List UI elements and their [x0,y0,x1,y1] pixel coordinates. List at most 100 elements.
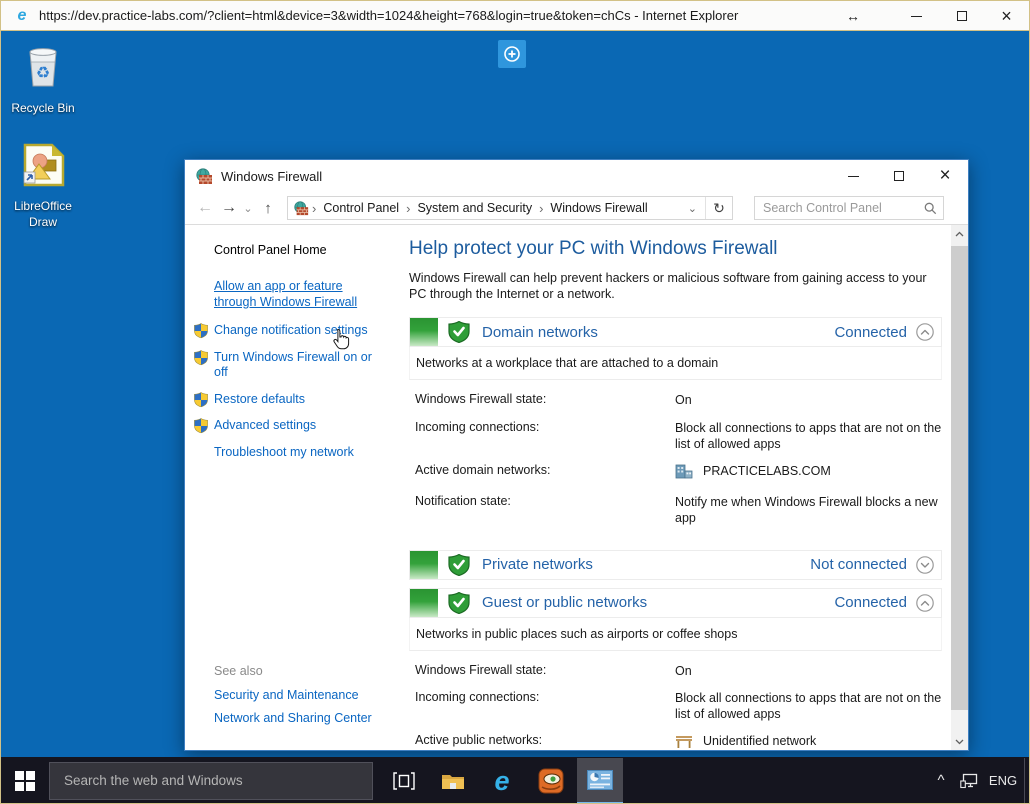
scroll-up-button[interactable] [951,225,968,242]
window-close-button[interactable]: × [922,160,968,192]
sidebar-item-control-panel-home[interactable]: Control Panel Home [214,243,409,257]
section-details: Windows Firewall state: On Incoming conn… [409,651,942,751]
show-desktop-button[interactable] [1024,758,1029,804]
back-button[interactable]: ← [193,199,217,217]
scroll-down-button[interactable] [951,733,968,750]
detail-label: Active domain networks: [415,463,675,480]
green-accent-block [410,589,438,617]
detail-value: Unidentified network [703,733,816,749]
breadcrumb-windows-firewall[interactable]: Windows Firewall [550,201,647,215]
green-shield-check-icon [448,592,470,614]
status-badge: Connected [834,324,907,341]
browser-titlebar: e https://dev.practice-labs.com/?client=… [1,1,1029,31]
file-explorer-button[interactable] [430,758,476,804]
control-panel-window-button[interactable] [577,758,623,804]
section-title: Domain networks [482,324,598,341]
section-header-private[interactable]: Private networks Not connected [409,550,942,580]
sidebar-item-change-notification-settings[interactable]: Change notification settings [214,323,386,339]
start-button[interactable] [1,758,49,804]
section-header-guest-public[interactable]: Guest or public networks Connected [409,588,942,618]
address-bar[interactable]: › Control Panel › System and Security › … [287,196,733,220]
file-explorer-icon [441,771,465,791]
toolbar-expand-button[interactable] [498,40,526,68]
address-dropdown-icon[interactable]: ⌄ [680,202,705,215]
sidebar-item-security-and-maintenance[interactable]: Security and Maintenance [214,688,372,702]
sidebar-item-turn-firewall-on-off[interactable]: Turn Windows Firewall on or off [214,350,386,381]
maximize-icon [894,171,904,181]
main-panel: Help protect your PC with Windows Firewa… [409,225,951,750]
domain-network-icon [675,463,693,480]
control-panel-search[interactable] [754,196,944,220]
detail-label: Incoming connections: [415,420,675,453]
detail-value: PRACTICELABS.COM [703,463,831,479]
detail-row: Incoming connections: Block all connecti… [415,420,942,453]
network-tray-button[interactable] [954,773,984,789]
refresh-button[interactable]: ↻ [706,200,732,217]
public-network-icon [675,734,693,749]
browser-maximize-button[interactable] [939,1,984,31]
browser-minimize-button[interactable] [894,1,939,31]
sidebar-link-label: Change notification settings [214,323,368,337]
up-button[interactable]: ↑ [255,200,281,217]
tray-expand-button[interactable]: ^ [928,772,954,789]
detail-row: Active public networks: [415,733,942,749]
detail-row: Windows Firewall state: On [415,663,942,679]
taskbar-search[interactable] [49,762,373,800]
window-minimize-button[interactable] [830,160,876,192]
desktop-icon-libreoffice-draw[interactable]: LibreOffice Draw [3,140,83,230]
section-private-networks: Private networks Not connected [409,550,942,580]
app-button-orange[interactable] [528,758,574,804]
windows-firewall-window: Windows Firewall × ← → ⌄ ↑ › Control Pan… [184,159,969,751]
detail-row: Windows Firewall state: On [415,392,942,408]
browser-close-button[interactable]: × [984,1,1029,31]
green-accent-block [410,551,438,579]
breadcrumb-separator: › [312,201,316,216]
section-description: Networks at a workplace that are attache… [409,347,942,380]
sidebar-item-troubleshoot-my-network[interactable]: Troubleshoot my network [214,445,386,461]
internet-explorer-button[interactable]: e [479,758,525,804]
sidebar-item-allow-app[interactable]: Allow an app or feature through Windows … [214,279,386,310]
status-badge: Not connected [810,556,907,573]
desktop-icon-recycle-bin[interactable]: ♻ Recycle Bin [3,42,83,117]
navigation-bar: ← → ⌄ ↑ › Control Panel › System and Sec… [185,192,968,225]
sidebar-item-restore-defaults[interactable]: Restore defaults [214,392,386,408]
search-input[interactable] [763,201,924,215]
section-domain-networks: Domain networks Connected Networks at a … [409,317,942,545]
collapse-chevron-icon[interactable] [916,594,934,612]
desktop-icon-label: Recycle Bin [3,101,83,117]
window-titlebar[interactable]: Windows Firewall × [185,160,968,192]
detail-row: Incoming connections: Block all connecti… [415,690,942,723]
collapse-chevron-icon[interactable] [916,323,934,341]
language-indicator[interactable]: ENG [984,773,1022,788]
desktop-icon-label: LibreOffice Draw [3,199,83,230]
taskbar-search-input[interactable] [50,773,372,788]
breadcrumb-control-panel[interactable]: Control Panel [323,201,399,215]
recent-pages-dropdown[interactable]: ⌄ [241,202,255,215]
vertical-scrollbar[interactable] [951,225,968,750]
window-title: Windows Firewall [221,169,322,184]
minimize-icon [911,16,922,17]
forward-button[interactable]: → [217,199,241,217]
sidebar: Control Panel Home Allow an app or featu… [185,225,409,750]
window-maximize-button[interactable] [876,160,922,192]
firewall-icon [294,201,309,216]
windows-logo-icon [15,771,35,791]
detail-value: Notify me when Windows Firewall blocks a… [675,494,942,527]
breadcrumb-system-and-security[interactable]: System and Security [417,201,532,215]
sidebar-item-network-and-sharing-center[interactable]: Network and Sharing Center [214,711,372,725]
uac-shield-icon [193,350,209,371]
detail-label: Active public networks: [415,733,675,749]
green-shield-check-icon [448,554,470,576]
task-view-button[interactable] [381,758,427,804]
sidebar-item-advanced-settings[interactable]: Advanced settings [214,418,386,434]
scroll-up-icon [955,231,964,237]
section-header-domain[interactable]: Domain networks Connected [409,317,942,347]
detail-label: Notification state: [415,494,675,527]
expand-chevron-icon[interactable] [916,556,934,574]
sidebar-link-label: Allow an app or feature through Windows … [214,279,357,309]
page-title: Help protect your PC with Windows Firewa… [409,238,942,260]
see-also-section: See also Security and Maintenance Networ… [214,664,372,734]
green-accent-block [410,318,438,346]
detail-row: Notification state: Notify me when Windo… [415,494,942,527]
scrollbar-thumb[interactable] [951,246,968,710]
